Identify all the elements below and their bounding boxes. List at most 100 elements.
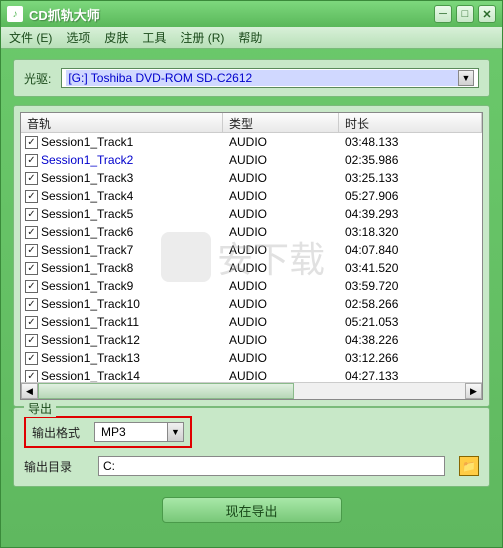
table-row[interactable]: ✓Session1_Track5 AUDIO04:39.293 bbox=[21, 205, 482, 223]
export-button[interactable]: 现在导出 bbox=[162, 497, 342, 523]
table-row[interactable]: ✓Session1_Track14AUDIO04:27.133 bbox=[21, 367, 482, 382]
track-checkbox[interactable]: ✓ bbox=[25, 370, 38, 383]
table-row[interactable]: ✓Session1_Track3AUDIO03:25.133 bbox=[21, 169, 482, 187]
maximize-button[interactable]: □ bbox=[456, 5, 474, 23]
track-checkbox[interactable]: ✓ bbox=[25, 226, 38, 239]
track-duration: 05:21.053 bbox=[339, 315, 482, 329]
format-highlight: 输出格式 MP3 ▼ bbox=[24, 416, 192, 448]
browse-folder-icon[interactable]: 📁 bbox=[459, 456, 479, 476]
dir-label: 输出目录 bbox=[24, 458, 84, 475]
track-checkbox[interactable]: ✓ bbox=[25, 136, 38, 149]
track-name: Session1_Track9 bbox=[41, 279, 133, 293]
track-checkbox[interactable]: ✓ bbox=[25, 262, 38, 275]
app-icon: ♪ bbox=[7, 6, 23, 22]
track-type: AUDIO bbox=[223, 297, 339, 311]
track-duration: 03:41.520 bbox=[339, 261, 482, 275]
track-duration: 04:38.226 bbox=[339, 333, 482, 347]
track-duration: 04:39.293 bbox=[339, 207, 482, 221]
track-type: AUDIO bbox=[223, 279, 339, 293]
track-name: Session1_Track5 bbox=[41, 207, 133, 221]
track-type: AUDIO bbox=[223, 207, 339, 221]
track-type: AUDIO bbox=[223, 315, 339, 329]
menu-tools[interactable]: 工具 bbox=[142, 29, 166, 46]
table-row[interactable]: ✓Session1_Track7 AUDIO04:07.840 bbox=[21, 241, 482, 259]
table-row[interactable]: ✓Session1_Track12 AUDIO04:38.226 bbox=[21, 331, 482, 349]
menu-options[interactable]: 选项 bbox=[66, 29, 90, 46]
track-duration: 03:48.133 bbox=[339, 135, 482, 149]
chevron-down-icon[interactable]: ▼ bbox=[167, 423, 183, 441]
track-type: AUDIO bbox=[223, 369, 339, 382]
track-duration: 03:12.266 bbox=[339, 351, 482, 365]
table-row[interactable]: ✓Session1_Track11 AUDIO05:21.053 bbox=[21, 313, 482, 331]
format-value: MP3 bbox=[95, 425, 167, 439]
track-name: Session1_Track1 bbox=[41, 135, 133, 149]
track-type: AUDIO bbox=[223, 333, 339, 347]
track-checkbox[interactable]: ✓ bbox=[25, 190, 38, 203]
track-checkbox[interactable]: ✓ bbox=[25, 298, 38, 311]
column-track[interactable]: 音轨 bbox=[21, 113, 223, 132]
track-checkbox[interactable]: ✓ bbox=[25, 244, 38, 257]
track-name: Session1_Track7 bbox=[41, 243, 133, 257]
track-checkbox[interactable]: ✓ bbox=[25, 280, 38, 293]
format-select[interactable]: MP3 ▼ bbox=[94, 422, 184, 442]
window-title: CD抓轨大师 bbox=[29, 5, 434, 24]
track-duration: 04:27.133 bbox=[339, 369, 482, 382]
chevron-down-icon[interactable]: ▼ bbox=[458, 70, 474, 86]
track-type: AUDIO bbox=[223, 135, 339, 149]
track-type: AUDIO bbox=[223, 261, 339, 275]
horizontal-scrollbar[interactable]: ◀ ▶ bbox=[21, 382, 482, 399]
menu-register[interactable]: 注册 (R) bbox=[180, 29, 224, 46]
track-type: AUDIO bbox=[223, 171, 339, 185]
scroll-thumb[interactable] bbox=[38, 383, 294, 399]
column-duration[interactable]: 时长 bbox=[339, 113, 482, 132]
track-name: Session1_Track13 bbox=[41, 351, 140, 365]
menu-help[interactable]: 帮助 bbox=[238, 29, 262, 46]
track-duration: 05:27.906 bbox=[339, 189, 482, 203]
track-checkbox[interactable]: ✓ bbox=[25, 316, 38, 329]
table-row[interactable]: ✓Session1_Track1 AUDIO03:48.133 bbox=[21, 133, 482, 151]
track-checkbox[interactable]: ✓ bbox=[25, 172, 38, 185]
track-name: Session1_Track11 bbox=[41, 315, 139, 329]
table-row[interactable]: ✓Session1_Track13AUDIO03:12.266 bbox=[21, 349, 482, 367]
track-type: AUDIO bbox=[223, 225, 339, 239]
scroll-right-button[interactable]: ▶ bbox=[465, 383, 482, 399]
drive-select[interactable]: [G:] Toshiba DVD-ROM SD-C2612 ▼ bbox=[61, 68, 479, 88]
track-duration: 02:35.986 bbox=[339, 153, 482, 167]
track-duration: 03:18.320 bbox=[339, 225, 482, 239]
close-button[interactable]: ✕ bbox=[478, 5, 496, 23]
track-checkbox[interactable]: ✓ bbox=[25, 208, 38, 221]
track-duration: 04:07.840 bbox=[339, 243, 482, 257]
table-row[interactable]: ✓Session1_Track8 AUDIO03:41.520 bbox=[21, 259, 482, 277]
table-row[interactable]: ✓Session1_Track10AUDIO02:58.266 bbox=[21, 295, 482, 313]
titlebar: ♪ CD抓轨大师 ─ □ ✕ bbox=[1, 1, 502, 27]
minimize-button[interactable]: ─ bbox=[434, 5, 452, 23]
track-checkbox[interactable]: ✓ bbox=[25, 334, 38, 347]
track-name: Session1_Track8 bbox=[41, 261, 133, 275]
dir-input[interactable] bbox=[98, 456, 445, 476]
output-panel: 导出 输出格式 MP3 ▼ 输出目录 📁 bbox=[13, 407, 490, 487]
output-legend: 导出 bbox=[24, 400, 56, 417]
track-duration: 03:59.720 bbox=[339, 279, 482, 293]
menu-skin[interactable]: 皮肤 bbox=[104, 29, 128, 46]
drive-select-value: [G:] Toshiba DVD-ROM SD-C2612 bbox=[66, 70, 458, 86]
tracks-panel: 音轨 类型 时长 ✓Session1_Track1AUDIO03:48.133✓… bbox=[13, 105, 490, 407]
track-checkbox[interactable]: ✓ bbox=[25, 352, 38, 365]
track-type: AUDIO bbox=[223, 189, 339, 203]
format-label: 输出格式 bbox=[32, 424, 80, 441]
track-name: Session1_Track2 bbox=[41, 153, 133, 167]
track-type: AUDIO bbox=[223, 153, 339, 167]
table-row[interactable]: ✓Session1_Track9 AUDIO03:59.720 bbox=[21, 277, 482, 295]
track-name: Session1_Track12 bbox=[41, 333, 140, 347]
content-area: 光驱: [G:] Toshiba DVD-ROM SD-C2612 ▼ 音轨 类… bbox=[1, 49, 502, 533]
drive-label: 光驱: bbox=[24, 70, 51, 87]
table-row[interactable]: ✓Session1_Track6AUDIO03:18.320 bbox=[21, 223, 482, 241]
menu-file[interactable]: 文件 (E) bbox=[9, 29, 52, 46]
scroll-track[interactable] bbox=[38, 383, 465, 399]
table-row[interactable]: ✓Session1_Track2 AUDIO02:35.986 bbox=[21, 151, 482, 169]
menubar: 文件 (E) 选项 皮肤 工具 注册 (R) 帮助 bbox=[1, 27, 502, 49]
scroll-left-button[interactable]: ◀ bbox=[21, 383, 38, 399]
track-type: AUDIO bbox=[223, 243, 339, 257]
track-checkbox[interactable]: ✓ bbox=[25, 154, 38, 167]
column-type[interactable]: 类型 bbox=[223, 113, 339, 132]
table-row[interactable]: ✓Session1_Track4AUDIO05:27.906 bbox=[21, 187, 482, 205]
